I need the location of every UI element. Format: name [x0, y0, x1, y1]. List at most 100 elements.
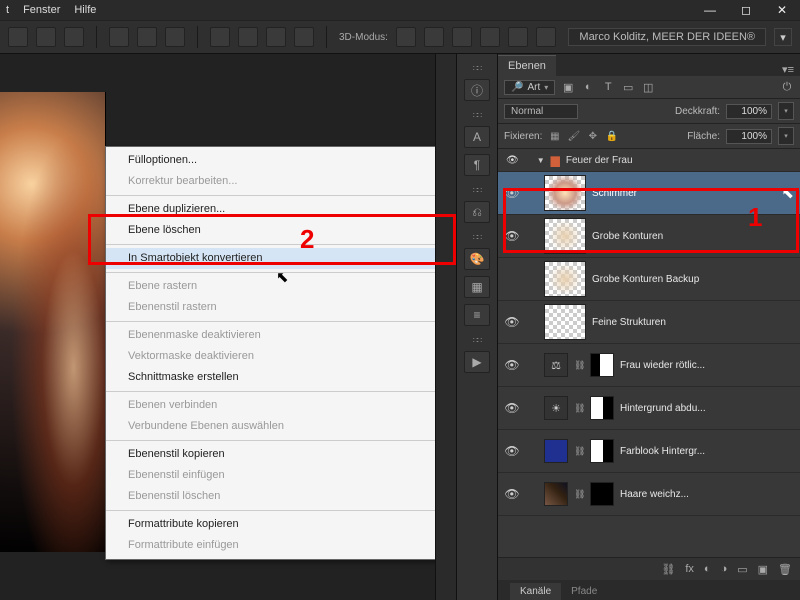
blend-mode-select[interactable]: Normal — [504, 104, 578, 119]
dock-grip[interactable]: ∷∷ — [473, 64, 481, 73]
filter-pixel-icon[interactable]: ▣ — [561, 80, 575, 94]
link-layers-button[interactable]: ⛓ — [661, 563, 675, 576]
mask-thumbnail[interactable] — [590, 353, 614, 377]
tab-paths[interactable]: Pfade — [561, 583, 607, 600]
filter-type-icon[interactable]: T — [601, 80, 615, 94]
lock-position-icon[interactable]: ✥ — [586, 130, 599, 143]
filter-shape-icon[interactable]: ▭ — [621, 80, 635, 94]
tab-layers[interactable]: Ebenen — [498, 55, 556, 76]
mask-thumbnail[interactable] — [590, 482, 614, 506]
layer-name[interactable]: Schimmer — [592, 188, 637, 199]
align-left-icon[interactable] — [8, 27, 28, 47]
menu-item-help[interactable]: Hilfe — [74, 4, 96, 16]
new-adjustment-button[interactable]: ◑ — [721, 563, 728, 575]
panel-menu-button[interactable]: ▾≡ — [776, 63, 800, 76]
3d-mode-icon[interactable] — [536, 27, 556, 47]
maximize-button[interactable]: ◻ — [728, 0, 764, 20]
distribute-icon[interactable] — [165, 27, 185, 47]
3d-mode-icon[interactable] — [480, 27, 500, 47]
add-mask-button[interactable]: ◐ — [704, 563, 711, 575]
workspace-dropdown[interactable]: ▾ — [774, 28, 792, 46]
grid-panel-icon[interactable]: ▦ — [464, 276, 490, 298]
3d-icon[interactable] — [238, 27, 258, 47]
disclosure-triangle-icon[interactable]: ▼ — [537, 156, 545, 165]
mask-link-icon[interactable]: ⛓ — [574, 403, 584, 414]
close-button[interactable]: ✕ — [764, 0, 800, 20]
brush-panel-icon[interactable]: ≡ — [464, 304, 490, 326]
layer-name[interactable]: Hintergrund abdu... — [620, 403, 706, 414]
layer-row[interactable]: Grobe Konturen Backup — [498, 258, 800, 301]
swatches-panel-icon[interactable]: 🎨 — [464, 248, 490, 270]
info-panel-icon[interactable]: ⓘ — [464, 79, 490, 101]
3d-icon[interactable] — [294, 27, 314, 47]
filter-adjustment-icon[interactable]: ◐ — [581, 80, 595, 94]
visibility-toggle[interactable]: 👁 — [498, 186, 526, 200]
tab-channels[interactable]: Kanäle — [510, 583, 561, 600]
ctx-copy-layer-style[interactable]: Ebenenstil kopieren — [106, 444, 435, 465]
menu-item-window[interactable]: Fenster — [23, 4, 60, 16]
visibility-toggle[interactable]: 👁 — [498, 315, 526, 329]
layer-row[interactable]: 👁 Schimmer ⬉ — [498, 172, 800, 215]
lock-transparency-icon[interactable]: ▦ — [548, 130, 561, 143]
history-panel-icon[interactable]: ⎌ — [464, 201, 490, 223]
filter-kind-select[interactable]: 🔎 Art — [504, 80, 555, 95]
new-layer-button[interactable]: ▣ — [758, 563, 768, 576]
layers-list[interactable]: 👁 ▼ ▆ Feuer der Frau 👁 Schimmer ⬉ 👁 — [498, 149, 800, 557]
visibility-toggle[interactable]: 👁 — [498, 358, 526, 372]
ctx-delete-layer[interactable]: Ebene löschen — [106, 220, 435, 241]
visibility-toggle[interactable]: 👁 — [506, 155, 519, 166]
ctx-fill-options[interactable]: Fülloptionen... — [106, 150, 435, 171]
align-center-icon[interactable] — [36, 27, 56, 47]
ctx-copy-format-attributes[interactable]: Formattribute kopieren — [106, 514, 435, 535]
layer-row[interactable]: 👁 ⛓ Farblook Hintergr... — [498, 430, 800, 473]
mask-link-icon[interactable]: ⛓ — [574, 446, 584, 457]
ctx-create-clipping-mask[interactable]: Schnittmaske erstellen — [106, 367, 435, 388]
filter-toggle-switch[interactable]: ⏻ — [780, 80, 794, 94]
3d-mode-icon[interactable] — [452, 27, 472, 47]
distribute-icon[interactable] — [109, 27, 129, 47]
layer-fx-button[interactable]: fx — [685, 563, 694, 575]
menu-item[interactable]: t — [6, 4, 9, 16]
layer-thumbnail[interactable] — [544, 482, 568, 506]
adjustment-icon[interactable]: ⚖ — [544, 353, 568, 377]
3d-mode-icon[interactable] — [508, 27, 528, 47]
visibility-toggle[interactable]: 👁 — [498, 401, 526, 415]
visibility-toggle[interactable]: 👁 — [498, 487, 526, 501]
group-name[interactable]: Feuer der Frau — [566, 155, 633, 166]
new-group-button[interactable]: ▭ — [737, 563, 747, 576]
mask-thumbnail[interactable] — [590, 396, 614, 420]
ctx-convert-smartobject[interactable]: In Smartobjekt konvertieren ⬉ — [106, 248, 435, 269]
lock-image-icon[interactable]: 🖌 — [567, 130, 580, 143]
3d-mode-icon[interactable] — [424, 27, 444, 47]
panel-collapse-strip[interactable] — [435, 54, 456, 600]
layer-row[interactable]: 👁 Grobe Konturen — [498, 215, 800, 258]
canvas-area[interactable]: Fülloptionen... Korrektur bearbeiten... … — [0, 54, 435, 600]
fill-value[interactable]: 100% — [726, 129, 772, 144]
opacity-value[interactable]: 100% — [726, 104, 772, 119]
paragraph-panel-icon[interactable]: ¶ — [464, 154, 490, 176]
layer-row[interactable]: 👁 ☀ ⛓ Hintergrund abdu... — [498, 387, 800, 430]
character-panel-icon[interactable]: A — [464, 126, 490, 148]
minimize-button[interactable]: — — [692, 0, 728, 20]
layer-name[interactable]: Haare weichz... — [620, 489, 689, 500]
3d-icon[interactable] — [210, 27, 230, 47]
layer-row[interactable]: 👁 ⚖ ⛓ Frau wieder rötlic... — [498, 344, 800, 387]
layer-name[interactable]: Grobe Konturen — [592, 231, 663, 242]
filter-smartobject-icon[interactable]: ◫ — [641, 80, 655, 94]
layer-thumbnail[interactable] — [544, 218, 586, 254]
layer-thumbnail[interactable] — [544, 175, 586, 211]
layer-name[interactable]: Farblook Hintergr... — [620, 446, 705, 457]
layer-thumbnail[interactable] — [544, 304, 586, 340]
mask-thumbnail[interactable] — [590, 439, 614, 463]
mask-link-icon[interactable]: ⛓ — [574, 360, 584, 371]
delete-layer-button[interactable]: 🗑 — [778, 563, 792, 576]
layer-thumbnail[interactable] — [544, 261, 586, 297]
fill-flyout[interactable]: ▾ — [778, 127, 794, 145]
opacity-flyout[interactable]: ▾ — [778, 102, 794, 120]
mask-link-icon[interactable]: ⛓ — [574, 489, 584, 500]
layer-name[interactable]: Feine Strukturen — [592, 317, 666, 328]
layer-name[interactable]: Grobe Konturen Backup — [592, 274, 699, 285]
ctx-duplicate-layer[interactable]: Ebene duplizieren... — [106, 199, 435, 220]
layer-name[interactable]: Frau wieder rötlic... — [620, 360, 705, 371]
distribute-icon[interactable] — [137, 27, 157, 47]
